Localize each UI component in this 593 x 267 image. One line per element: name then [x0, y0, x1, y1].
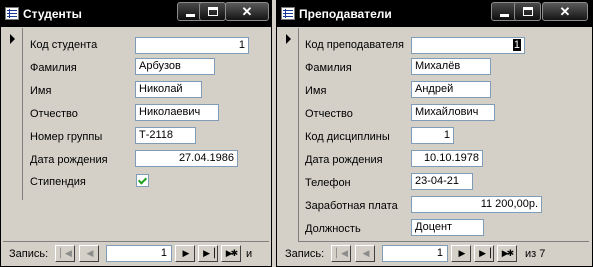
new-record-button[interactable]: ▶✱: [221, 245, 241, 262]
field-label-birthdate: Дата рождения: [305, 154, 383, 166]
group-field[interactable]: Т-2118: [135, 127, 196, 144]
field-label-birthdate: Дата рождения: [30, 154, 108, 166]
discipline-field[interactable]: 1: [411, 127, 454, 144]
firstname-field[interactable]: Николай: [135, 81, 202, 98]
minimize-icon: [185, 14, 195, 17]
teachers-title-bar[interactable]: Преподаватели ✕: [277, 1, 592, 27]
prev-record-button[interactable]: ◀: [355, 245, 375, 262]
record-count: и: [246, 248, 253, 260]
record-number-field[interactable]: 1: [106, 245, 172, 262]
lastname-field[interactable]: Арбузов: [135, 58, 215, 75]
first-record-button[interactable]: ▏◀: [331, 245, 351, 262]
patronymic-field[interactable]: Михайлович: [411, 104, 495, 121]
field-label-salary: Заработная плата: [305, 200, 398, 212]
field-label-teacher-id: Код преподавателя: [305, 39, 404, 51]
student-id-field[interactable]: 1: [135, 37, 249, 54]
teacher-id-field[interactable]: 1: [411, 37, 525, 54]
teachers-form-window: Преподаватели ✕ Код преподавателя 1 Фами…: [276, 0, 593, 267]
field-label-position: Должность: [305, 223, 361, 235]
record-count: из 7: [525, 248, 546, 260]
firstname-field[interactable]: Андрей: [411, 81, 491, 98]
record-navigation-bar: Запись: ▏◀ ◀ 1 ▶ ▶▕ ▶✱ и: [3, 244, 269, 264]
checkmark-icon: [137, 175, 148, 185]
new-record-icon: ▶✱: [225, 248, 238, 258]
new-record-icon: ▶✱: [501, 248, 514, 258]
field-label-phone: Телефон: [305, 177, 351, 189]
teachers-window-title: Преподаватели: [299, 7, 392, 21]
last-record-icon: ▶▕: [479, 248, 491, 258]
close-icon: ✕: [559, 4, 571, 19]
last-record-button[interactable]: ▶▕: [474, 245, 494, 262]
maximize-icon: [207, 7, 218, 16]
position-field[interactable]: Доцент: [411, 219, 484, 236]
close-button[interactable]: ✕: [225, 2, 269, 21]
form-icon: [281, 7, 295, 20]
maximize-button[interactable]: [514, 2, 541, 21]
first-record-button[interactable]: ▏◀: [55, 245, 75, 262]
field-label-firstname: Имя: [30, 85, 52, 97]
record-label: Запись:: [9, 248, 49, 260]
students-window-title: Студенты: [23, 7, 82, 21]
patronymic-field[interactable]: Николаевич: [135, 104, 219, 121]
next-record-icon: ▶: [458, 248, 466, 258]
field-label-group: Номер группы: [30, 131, 103, 143]
field-label-lastname: Фамилия: [30, 62, 77, 74]
field-label-lastname: Фамилия: [305, 62, 352, 74]
field-label-patronymic: Отчество: [305, 108, 353, 120]
new-record-button[interactable]: ▶✱: [497, 245, 517, 262]
teachers-form-body: Код преподавателя 1 Фамилия Михалёв Имя …: [279, 28, 589, 242]
lastname-field[interactable]: Михалёв: [411, 58, 491, 75]
record-number-field[interactable]: 1: [382, 245, 448, 262]
minimize-icon: [499, 14, 509, 17]
form-icon: [5, 7, 19, 20]
maximize-button[interactable]: [199, 2, 226, 21]
record-selector[interactable]: [3, 28, 23, 200]
last-record-icon: ▶▕: [203, 248, 215, 258]
next-record-button[interactable]: ▶: [451, 245, 471, 262]
maximize-icon: [522, 7, 533, 16]
current-record-arrow-icon: [286, 34, 291, 44]
current-record-arrow-icon: [10, 34, 15, 44]
prev-record-icon: ◀: [86, 248, 94, 258]
next-record-icon: ▶: [182, 248, 190, 258]
record-selector[interactable]: [279, 28, 299, 242]
field-label-student-id: Код студента: [30, 39, 98, 51]
last-record-button[interactable]: ▶▕: [198, 245, 218, 262]
teacher-id-value: 1: [512, 39, 521, 51]
salary-field[interactable]: 11 200,00р.: [411, 196, 542, 213]
field-label-patronymic: Отчество: [30, 108, 78, 120]
students-form-body: Код студента 1 Фамилия Арбузов Имя Никол…: [3, 28, 269, 242]
birthdate-field[interactable]: 10.10.1978: [411, 150, 483, 167]
birthdate-field[interactable]: 27.04.1986: [135, 150, 238, 167]
phone-field[interactable]: 23-04-21: [411, 173, 473, 190]
record-navigation-bar: Запись: ▏◀ ◀ 1 ▶ ▶▕ ▶✱ из 7: [279, 244, 590, 264]
students-form-window: Студенты ✕ Код студента 1 Фамилия Арбузо…: [0, 0, 272, 267]
field-label-discipline: Код дисциплины: [305, 131, 390, 143]
field-label-firstname: Имя: [305, 85, 327, 97]
first-record-icon: ▏◀: [60, 248, 72, 258]
close-button[interactable]: ✕: [542, 2, 588, 21]
close-icon: ✕: [241, 4, 253, 19]
first-record-icon: ▏◀: [336, 248, 348, 258]
prev-record-button[interactable]: ◀: [79, 245, 99, 262]
prev-record-icon: ◀: [362, 248, 370, 258]
scholarship-checkbox[interactable]: [136, 174, 149, 187]
students-title-bar[interactable]: Студенты ✕: [1, 1, 271, 27]
record-label: Запись:: [285, 248, 325, 260]
field-label-scholarship: Стипендия: [30, 176, 86, 188]
next-record-button[interactable]: ▶: [175, 245, 195, 262]
